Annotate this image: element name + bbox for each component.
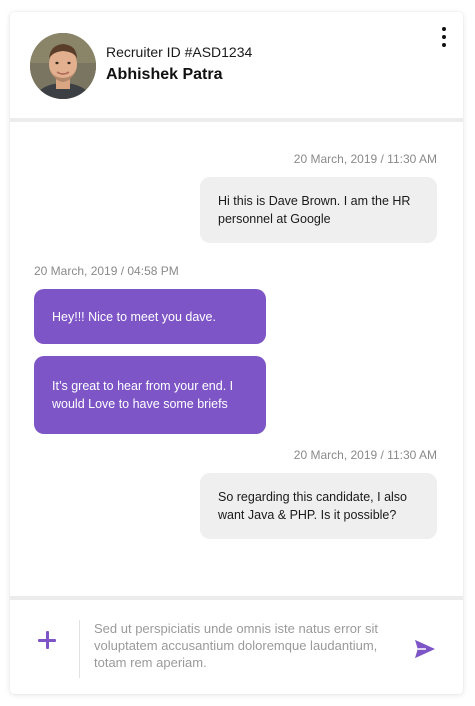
menu-dot xyxy=(442,35,446,39)
menu-dot xyxy=(442,27,446,31)
message-text: It’s great to hear from your end. I woul… xyxy=(52,379,234,411)
message-timestamp: 20 March, 2019 / 04:58 PM xyxy=(34,264,179,278)
more-vertical-icon[interactable] xyxy=(435,27,453,47)
send-icon-shape xyxy=(415,639,435,659)
menu-dot xyxy=(442,43,446,47)
message-bubble-incoming[interactable]: It’s great to hear from your end. I woul… xyxy=(34,356,266,434)
composer-divider xyxy=(10,596,463,600)
send-icon[interactable] xyxy=(414,639,436,659)
avatar-image xyxy=(30,33,96,99)
message-timestamp: 20 March, 2019 / 11:30 AM xyxy=(293,448,437,462)
message-bubble-outgoing[interactable]: So regarding this candidate, I also want… xyxy=(200,473,437,539)
message-bubble-outgoing[interactable]: Hi this is Dave Brown. I am the HR perso… xyxy=(200,177,437,243)
chat-header: Recruiter ID #ASD1234 Abhishek Patra xyxy=(10,12,463,118)
avatar[interactable] xyxy=(30,33,96,99)
message-timestamp: 20 March, 2019 / 11:30 AM xyxy=(293,152,437,166)
message-input[interactable] xyxy=(94,620,394,678)
message-bubble-incoming[interactable]: Hey!!! Nice to meet you dave. xyxy=(34,289,266,344)
composer-separator xyxy=(79,620,80,678)
chat-card: Recruiter ID #ASD1234 Abhishek Patra 20 … xyxy=(10,12,463,694)
recruiter-name: Abhishek Patra xyxy=(106,66,223,83)
recruiter-id: Recruiter ID #ASD1234 xyxy=(106,44,253,60)
header-divider xyxy=(10,118,463,122)
message-composer xyxy=(10,602,463,694)
message-text: So regarding this candidate, I also want… xyxy=(218,490,408,522)
plus-icon[interactable] xyxy=(36,628,60,652)
message-text: Hi this is Dave Brown. I am the HR perso… xyxy=(218,194,411,226)
message-text: Hey!!! Nice to meet you dave. xyxy=(52,309,216,324)
